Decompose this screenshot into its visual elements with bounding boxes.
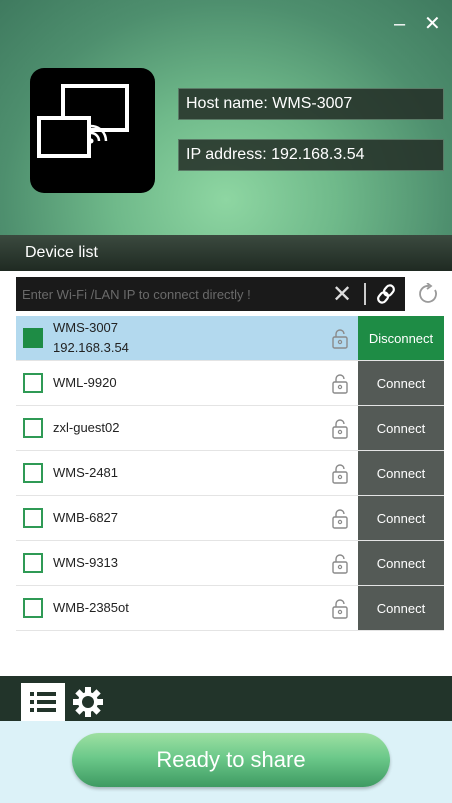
lock-icon	[330, 554, 350, 579]
device-checkbox[interactable]	[23, 508, 43, 528]
lock-icon	[330, 509, 350, 534]
gear-icon[interactable]	[71, 685, 105, 724]
connect-button[interactable]: Connect	[358, 541, 444, 585]
disconnect-button[interactable]: Disconnect	[358, 316, 444, 360]
device-row-zxl-guest02[interactable]: zxl-guest02 Connect	[16, 406, 444, 451]
device-name: WMS-3007	[53, 320, 119, 335]
connect-button[interactable]: Connect	[358, 361, 444, 405]
close-icon[interactable]: ✕	[424, 14, 441, 34]
minimize-icon[interactable]: –	[394, 14, 405, 34]
list-icon[interactable]	[21, 683, 65, 721]
device-ip: 192.168.3.54	[53, 340, 129, 355]
connect-button[interactable]: Connect	[358, 496, 444, 540]
bottom-toolbar	[0, 676, 452, 721]
device-checkbox[interactable]	[23, 598, 43, 618]
device-row-wms-9313[interactable]: WMS-9313 Connect	[16, 541, 444, 586]
device-name: WMB-2385ot	[53, 600, 129, 615]
device-checkbox[interactable]	[23, 463, 43, 483]
device-row-wms-2481[interactable]: WMS-2481 Connect	[16, 451, 444, 496]
device-name: WMB-6827	[53, 510, 119, 525]
connect-button[interactable]: Connect	[358, 406, 444, 450]
host-name-field: Host name: WMS-3007	[178, 88, 444, 120]
clear-icon[interactable]: ✕	[332, 280, 352, 309]
ip-address-field: IP address: 192.168.3.54	[178, 139, 444, 171]
device-list: WMS-3007 192.168.3.54 Disconnect WML-992…	[16, 316, 444, 631]
device-name: WMS-2481	[53, 465, 119, 480]
device-row-wml-9920[interactable]: WML-9920 Connect	[16, 361, 444, 406]
device-name: WMS-9313	[53, 555, 119, 570]
refresh-icon[interactable]	[418, 282, 440, 310]
device-row-wmb-6827[interactable]: WMB-6827 Connect	[16, 496, 444, 541]
lock-icon	[330, 464, 350, 489]
connect-button[interactable]: Connect	[358, 451, 444, 495]
ready-to-share-button[interactable]: Ready to share	[72, 733, 390, 787]
ip-search-input[interactable]	[22, 277, 322, 311]
device-name: WML-9920	[53, 375, 117, 390]
screen-mirror-icon	[30, 68, 155, 193]
link-icon[interactable]	[374, 282, 398, 311]
device-checkbox[interactable]	[23, 553, 43, 573]
device-checkbox[interactable]	[23, 328, 43, 348]
lock-icon	[330, 374, 350, 399]
connect-button[interactable]: Connect	[358, 586, 444, 630]
device-name: zxl-guest02	[53, 420, 120, 435]
device-checkbox[interactable]	[23, 373, 43, 393]
device-list-title: Device list	[0, 235, 452, 271]
search-bar: ✕	[16, 277, 405, 311]
lock-icon	[330, 419, 350, 444]
header-panel: – ✕ Host name: WMS-3007 IP address: 192.…	[0, 0, 452, 235]
lock-icon	[330, 599, 350, 624]
lock-icon	[330, 329, 350, 354]
device-row-wmb-2385ot[interactable]: WMB-2385ot Connect	[16, 586, 444, 631]
divider	[364, 283, 366, 305]
device-checkbox[interactable]	[23, 418, 43, 438]
device-row-wms-3007[interactable]: WMS-3007 192.168.3.54 Disconnect	[16, 316, 444, 361]
